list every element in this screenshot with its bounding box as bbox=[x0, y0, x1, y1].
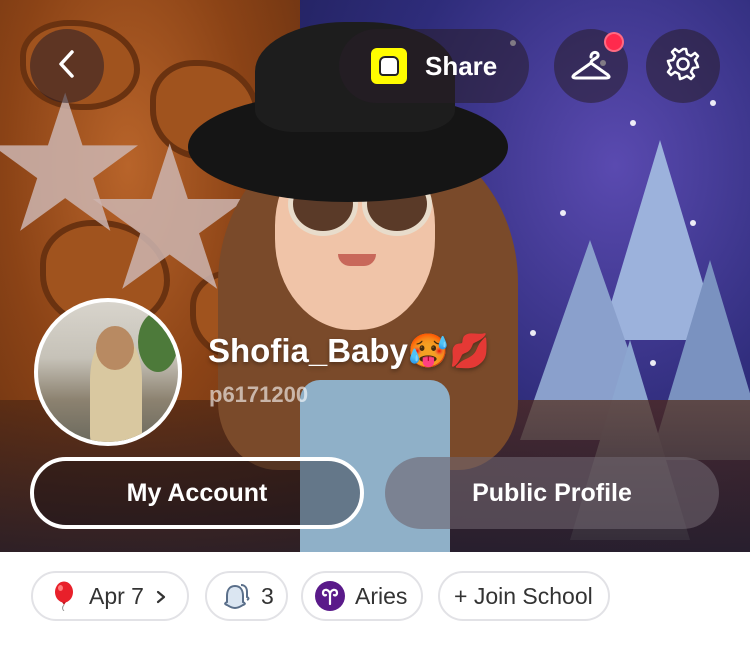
birthday-chip[interactable]: Apr 7 bbox=[31, 571, 189, 621]
zodiac-label: Aries bbox=[355, 582, 408, 609]
share-label: Share bbox=[425, 50, 498, 81]
username: p6171200 bbox=[209, 382, 309, 407]
settings-button[interactable] bbox=[646, 29, 720, 103]
avatar[interactable] bbox=[34, 298, 182, 446]
chevron-left-icon bbox=[55, 49, 79, 84]
share-button[interactable]: Share bbox=[339, 29, 529, 103]
public-profile-button[interactable]: Public Profile bbox=[385, 457, 719, 529]
back-button[interactable] bbox=[30, 29, 104, 103]
my-account-button[interactable]: My Account bbox=[30, 457, 364, 529]
ghost-friends-icon bbox=[221, 582, 251, 610]
chevron-right-icon bbox=[156, 583, 166, 610]
join-school-chip[interactable]: + Join School bbox=[438, 571, 610, 621]
join-school-label: + Join School bbox=[454, 582, 593, 609]
gear-icon bbox=[665, 46, 701, 87]
zodiac-chip[interactable]: Aries bbox=[301, 571, 423, 621]
aries-icon bbox=[315, 581, 345, 611]
friends-chip[interactable]: 3 bbox=[205, 571, 288, 621]
display-name: Shofia_Baby🥵💋 bbox=[208, 332, 491, 369]
notification-dot bbox=[604, 32, 624, 52]
profile-photo bbox=[38, 302, 178, 442]
friends-count: 3 bbox=[261, 582, 274, 609]
profile-chips-bar: Apr 7 3 Aries + Join School bbox=[0, 552, 750, 653]
outfit-button[interactable] bbox=[554, 29, 628, 103]
birthday-label: Apr 7 bbox=[89, 582, 144, 609]
hanger-icon bbox=[571, 47, 611, 86]
snapcode-icon bbox=[371, 48, 407, 84]
balloon-icon bbox=[53, 581, 75, 611]
